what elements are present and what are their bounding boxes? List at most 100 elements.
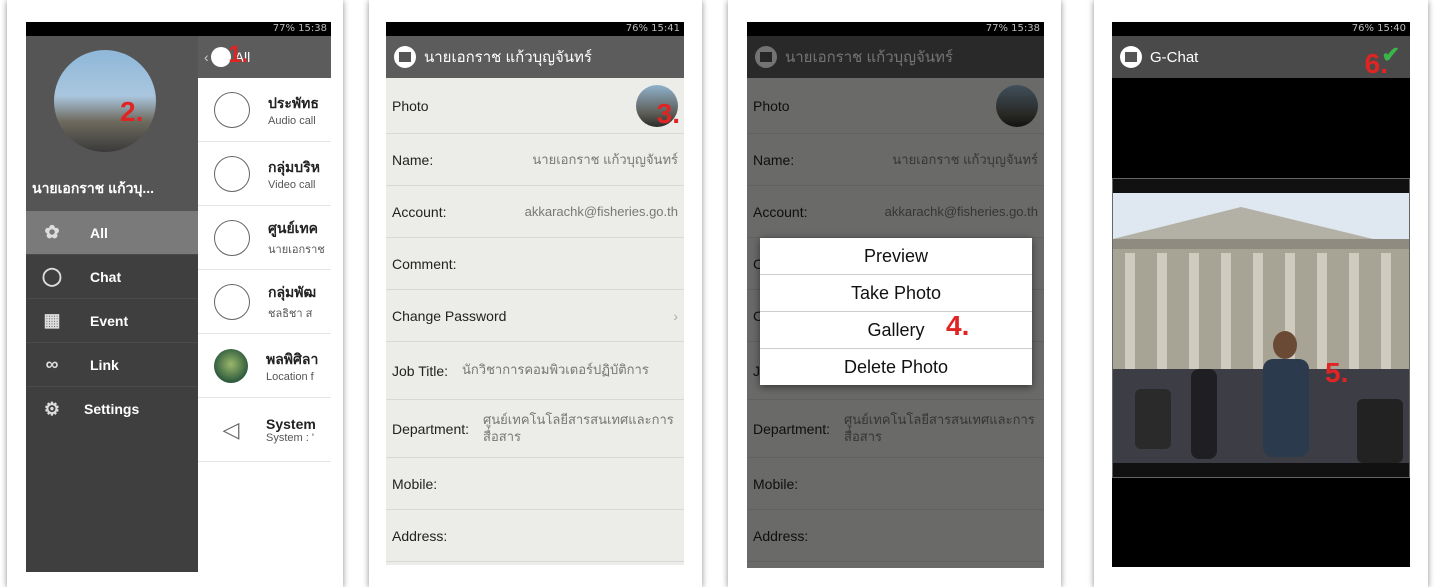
phone-screen-1: 77% 15:38 2. นายเอกราช แก้วบุ... ✿ All ◯… [26, 22, 331, 572]
option-take-photo[interactable]: Take Photo [760, 275, 1032, 312]
option-preview[interactable]: Preview [760, 238, 1032, 275]
comment-label: Comment: [392, 255, 457, 272]
chevron-right-icon: › [673, 307, 678, 324]
phone-screen-3: 77% 15:38 นายเอกราช แก้วบุญจันทร์ Photo … [747, 22, 1044, 568]
menu-item-settings[interactable]: ⚙ Settings [26, 387, 198, 431]
crop-appbar: G-Chat ✔ 6. [1112, 36, 1410, 79]
change-password-row[interactable]: Change Password › [386, 290, 684, 342]
item-title: กลุ่มพัฒ [268, 283, 317, 300]
menu-label: All [90, 224, 108, 241]
photo-row[interactable]: Photo 3. [386, 78, 684, 134]
location-avatar [214, 348, 248, 383]
menu-item-all[interactable]: ✿ All [26, 211, 198, 255]
job-title-label: Job Title: [392, 362, 449, 379]
item-subtitle: Location f [266, 370, 314, 383]
menu-label: Link [90, 356, 119, 373]
step-label-1: 1. [228, 41, 249, 68]
photo-options-dialog: Preview Take Photo Gallery Delete Photo … [760, 238, 1032, 385]
group-icon [214, 155, 250, 192]
conversation-list: ‹ All 1. ประพัทธ Audio call กลุ่มบริห Vide… [198, 36, 331, 572]
list-item[interactable]: ประพัทธ Audio call [198, 78, 331, 142]
address-row[interactable]: Address: [386, 510, 684, 562]
mobile-row[interactable]: Mobile: [386, 458, 684, 510]
museum-photo [1113, 179, 1409, 479]
status-bar: 77% 15:38 [26, 22, 331, 36]
item-subtitle: Video call [268, 178, 316, 191]
panel-photo-options: 77% 15:38 นายเอกราช แก้วบุญจันทร์ Photo … [728, 0, 1061, 587]
group-icon [214, 91, 250, 128]
comment-row[interactable]: Comment: [386, 238, 684, 290]
list-item[interactable]: กลุ่มพัฒชลธิชา ส [198, 270, 331, 334]
item-title: System [266, 415, 316, 432]
step-label-4: 4. [946, 310, 970, 341]
menu-item-event[interactable]: ▦ Event [26, 299, 198, 343]
list-item[interactable]: ◁ System System : ' [198, 398, 331, 462]
step-label-2: 2. [120, 96, 144, 127]
status-text: 76% 15:40 [1351, 23, 1406, 34]
step-label-6: 6. [1364, 48, 1388, 79]
panel-profile: 76% 15:41 นายเอกราช แก้วบุญจันทร์ Photo … [369, 0, 702, 587]
drawer-header: 2. นายเอกราช แก้วบุ... [26, 36, 198, 211]
account-value: akkarachk@fisheries.go.th [524, 204, 678, 219]
item-title: พลพิศิลา [266, 350, 319, 367]
item-subtitle: Audio call [268, 114, 316, 127]
user-name: นายเอกราช แก้วบุ... [32, 180, 154, 196]
account-row: Account: akkarachk@fisheries.go.th [386, 186, 684, 238]
list-item[interactable]: กลุ่มบริห Video call [198, 142, 331, 206]
megaphone-icon: ◁ [222, 416, 240, 442]
all-icon: ✿ [44, 222, 60, 242]
status-text: 77% 15:38 [985, 23, 1040, 34]
phone-screen-4: 76% 15:40 G-Chat ✔ 6. 5. [1112, 22, 1410, 567]
app-logo-icon [394, 46, 416, 68]
name-label: Name: [392, 151, 434, 168]
status-text: 76% 15:41 [625, 23, 680, 34]
profile-appbar: นายเอกราช แก้วบุญจันทร์ [386, 36, 684, 78]
step-label-3: 3. [656, 98, 680, 129]
job-title-row: Job Title: นักวิชาการคอมพิวเตอร์ปฏิบัติกา… [386, 342, 684, 400]
menu-label: Chat [90, 268, 122, 285]
step-label-5: 5. [1325, 357, 1349, 388]
department-row: Department: ศูนย์เทคโนโลยีสารสนเทศและการส… [386, 400, 684, 458]
calendar-icon: ▦ [43, 310, 61, 330]
change-password-label: Change Password [392, 307, 507, 324]
job-title-value: นักวิชาการคอมพิวเตอร์ปฏิบัติการ [462, 362, 649, 378]
menu-label: Event [90, 312, 129, 329]
back-chevron-icon[interactable]: ‹ [204, 49, 209, 65]
chat-icon: ◯ [41, 266, 63, 286]
item-title: ศูนย์เทค [268, 219, 319, 236]
item-title: กลุ่มบริห [268, 158, 320, 175]
name-value: นายเอกราช แก้วบุญจันทร์ [532, 152, 678, 167]
list-item[interactable]: ศูนย์เทคนายเอกราช [198, 206, 331, 270]
group-icon [214, 283, 250, 320]
profile-title: นายเอกราช แก้วบุญจันทร์ [424, 49, 592, 66]
group-icon [214, 219, 250, 256]
item-subtitle: System : ' [266, 431, 314, 444]
item-subtitle: นายเอกราช [268, 243, 325, 256]
status-text: 77% 15:38 [272, 23, 327, 34]
list-item[interactable]: พลพิศิลา Location f [198, 334, 331, 398]
mobile-label: Mobile: [392, 475, 438, 492]
menu-label: Settings [84, 401, 140, 417]
item-title: ประพัทธ [268, 94, 319, 111]
option-gallery[interactable]: Gallery [760, 312, 1032, 349]
status-bar: 76% 15:40 [1112, 22, 1410, 36]
phone-screen-2: 76% 15:41 นายเอกราช แก้วบุญจันทร์ Photo … [386, 22, 684, 565]
menu-item-chat[interactable]: ◯ Chat [26, 255, 198, 299]
department-value: ศูนย์เทคโนโลยีสารสนเทศและการสื่อสาร [483, 412, 674, 444]
app-title: G-Chat [1150, 48, 1199, 66]
photo-label: Photo [392, 97, 429, 114]
nav-drawer: 2. นายเอกราช แก้วบุ... ✿ All ◯ Chat ▦ Ev… [26, 36, 198, 572]
item-subtitle: ชลธิชา ส [268, 307, 313, 320]
address-label: Address: [392, 527, 448, 544]
panel-drawer: 77% 15:38 2. นายเอกราช แก้วบุ... ✿ All ◯… [7, 0, 343, 587]
crop-area[interactable]: 5. [1112, 178, 1410, 479]
account-label: Account: [392, 203, 447, 220]
option-delete-photo[interactable]: Delete Photo [760, 349, 1032, 385]
name-row: Name: นายเอกราช แก้วบุญจันทร์ [386, 134, 684, 186]
panel-crop: 76% 15:40 G-Chat ✔ 6. 5. [1094, 0, 1428, 587]
menu-item-link[interactable]: ∞ Link [26, 343, 198, 387]
list-appbar: ‹ All 1. [198, 36, 331, 78]
status-bar: 77% 15:38 [747, 22, 1044, 36]
app-logo-icon [1120, 46, 1142, 68]
department-label: Department: [392, 420, 470, 437]
